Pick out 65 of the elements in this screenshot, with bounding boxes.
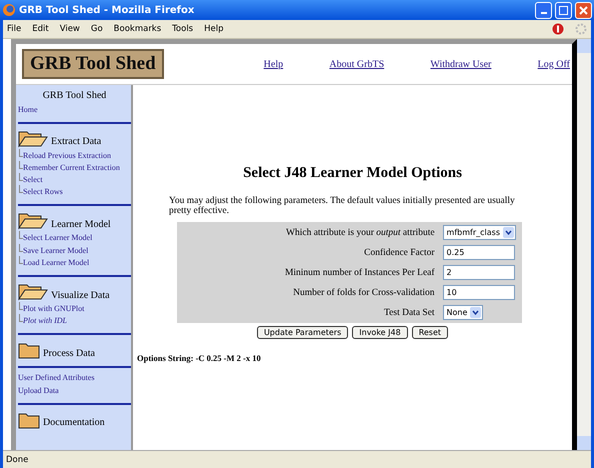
sidebar-link[interactable]: Load Learner Model xyxy=(18,258,131,267)
sidebar-link[interactable]: Home xyxy=(18,104,131,114)
section-heading: Documentation xyxy=(43,417,105,429)
sidebar-link[interactable]: User Defined Attributes xyxy=(18,373,131,383)
close-icon xyxy=(579,6,588,14)
input-field[interactable]: 0.25 xyxy=(442,245,515,260)
status-text: Done xyxy=(6,454,28,464)
field-label: Number of folds for Cross-validation xyxy=(292,288,435,298)
header-link[interactable]: About GrbTS xyxy=(329,58,384,70)
site-logo: GRB Tool Shed xyxy=(22,49,164,79)
menu-item[interactable]: Go xyxy=(90,24,103,34)
intro-text: You may adjust the following parameters. The default values initially presented are usually pretty effective. xyxy=(169,196,516,216)
sidebar-link[interactable]: Reload Previous Extraction xyxy=(18,150,131,160)
throbber-icon xyxy=(575,23,587,35)
menu-item[interactable]: File xyxy=(7,24,22,34)
close-button[interactable] xyxy=(575,2,592,18)
header-link[interactable]: Log Off xyxy=(538,58,570,70)
dropdown[interactable]: None xyxy=(442,305,484,320)
header-link[interactable]: Withdraw User xyxy=(430,58,492,70)
field-label: Test Data Set xyxy=(383,308,435,318)
section-heading: Learner Model xyxy=(51,218,111,230)
input-field[interactable]: 2 xyxy=(442,265,515,280)
folder-icon xyxy=(18,410,40,429)
sidebar-link[interactable]: Upload Data xyxy=(18,386,131,395)
form-button[interactable]: Update Parameters xyxy=(256,326,348,339)
browser-logo-icon xyxy=(2,3,16,17)
chevron-down-icon xyxy=(503,227,514,238)
options-string: Options String: -C 0.25 -M 2 -x 10 xyxy=(137,353,262,363)
sidebar-title: GRB Tool Shed xyxy=(42,90,108,102)
form-button[interactable]: Reset xyxy=(412,326,448,339)
stop-icon xyxy=(552,23,564,35)
page-heading: Select J48 Learner Model Options xyxy=(242,165,463,182)
input-field[interactable]: 10 xyxy=(442,285,515,300)
minimize-button[interactable] xyxy=(535,2,552,18)
sidebar-link[interactable]: Select xyxy=(18,175,131,184)
window-title: GRB Tool Shed - Mozilla Firefox xyxy=(19,4,196,16)
menu-item[interactable]: Help xyxy=(204,24,224,34)
menu-item[interactable]: Edit xyxy=(32,24,49,34)
section-heading: Process Data xyxy=(43,348,95,360)
folder-icon xyxy=(18,341,40,360)
open-folder-icon xyxy=(18,283,48,301)
section-heading: Visualize Data xyxy=(51,290,110,301)
menu-item[interactable]: View xyxy=(60,24,80,34)
section-heading: Extract Data xyxy=(51,136,102,148)
chevron-down-icon xyxy=(470,307,482,318)
sidebar-link[interactable]: Select Rows xyxy=(18,187,131,196)
open-folder-icon xyxy=(18,212,48,230)
menu-item[interactable]: Tools xyxy=(172,24,194,34)
maximize-button[interactable] xyxy=(555,2,572,18)
sidebar-link[interactable]: Select Learner Model xyxy=(18,233,131,243)
form-button[interactable]: Invoke J48 xyxy=(352,326,408,339)
open-folder-icon xyxy=(18,130,48,148)
field-label: Mininum number of Instances Per Leaf xyxy=(284,268,435,278)
dropdown[interactable]: mfbmfr_class xyxy=(442,225,516,240)
minimize-icon xyxy=(540,12,546,14)
field-label: Confidence Factor xyxy=(363,248,435,258)
sidebar-link[interactable]: Plot with GNUPlot xyxy=(18,304,131,314)
header-link[interactable]: Help xyxy=(264,58,284,70)
menu-item[interactable]: Bookmarks xyxy=(114,24,162,34)
scrollbar[interactable] xyxy=(577,39,591,450)
sidebar-link[interactable]: Remember Current Extraction xyxy=(18,162,131,172)
field-label: Which attribute is your output attribute xyxy=(285,228,435,238)
sidebar-link[interactable]: Save Learner Model xyxy=(18,246,131,255)
maximize-icon xyxy=(559,6,568,14)
sidebar-link[interactable]: Plot with IDL xyxy=(18,316,131,326)
